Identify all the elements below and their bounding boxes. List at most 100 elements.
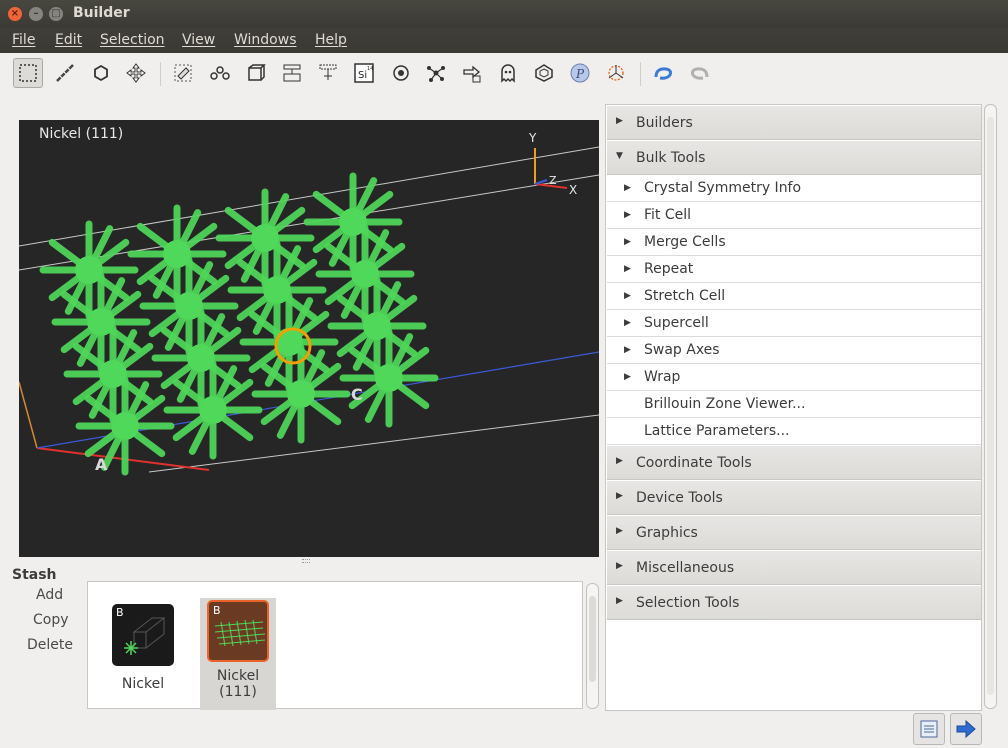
redo-button[interactable] (685, 58, 715, 88)
atom-tool-button[interactable] (386, 58, 416, 88)
structure-viewport[interactable]: A C Y Z X Nickel (111) (19, 120, 599, 557)
stash-delete-button[interactable]: Delete (27, 637, 73, 653)
toolbar: Si 14 P (0, 53, 1008, 95)
bond-tool-button[interactable] (205, 58, 235, 88)
cleave-tool-button[interactable] (277, 58, 307, 88)
rotate-cube-icon (535, 64, 553, 82)
nickel-atom (351, 260, 379, 288)
stash-item-label: Nickel (111) (216, 668, 260, 700)
expand-arrow-icon: ▶ (624, 183, 631, 193)
menu-selection[interactable]: Selection (100, 32, 165, 48)
close-window-button[interactable]: × (8, 7, 22, 21)
cell-label-c: C (351, 385, 363, 404)
cube-icon (248, 64, 266, 81)
notes-button[interactable] (913, 713, 945, 745)
undo-button[interactable] (648, 58, 678, 88)
stash-thumbnail: B (112, 604, 174, 666)
redo-icon (691, 67, 709, 80)
menu-view[interactable]: View (182, 32, 215, 48)
tag-tool-button[interactable] (168, 58, 198, 88)
menu-windows[interactable]: Windows (234, 32, 297, 48)
nickel-cell-icon (124, 617, 166, 655)
panel-scrollbar[interactable] (984, 104, 997, 709)
nickel-atom-lattice (39, 172, 439, 476)
section-bulk-tools[interactable]: ▼ Bulk Tools (607, 141, 981, 175)
status-bar (0, 711, 1008, 748)
send-to-icon (956, 719, 976, 739)
rotate-tool-button[interactable] (529, 58, 559, 88)
ruler-icon (56, 64, 74, 82)
panel-scroll-thumb[interactable] (987, 117, 994, 695)
section-builders[interactable]: ▶ Builders (607, 106, 981, 140)
stash-add-button[interactable]: Add (36, 587, 63, 603)
python-tool-button[interactable]: P (565, 58, 595, 88)
section-coordinate-tools[interactable]: ▶ Coordinate Tools (607, 446, 981, 480)
tool-brillouin-zone-viewer[interactable]: Brillouin Zone Viewer... (607, 391, 981, 418)
expand-arrow-icon: ▶ (616, 596, 623, 606)
expand-arrow-icon: ▶ (616, 456, 623, 466)
move-icon (126, 63, 146, 83)
measure-tool-button[interactable] (50, 58, 80, 88)
menu-bar: File Edit Selection View Windows Help (0, 28, 1008, 53)
select-tool-button[interactable] (13, 58, 43, 88)
slab-tool-button[interactable] (313, 58, 343, 88)
cell-label-a: A (95, 455, 108, 474)
tool-crystal-symmetry-info[interactable]: ▶ Crystal Symmetry Info (607, 175, 981, 202)
nickel-atom (363, 312, 391, 340)
nickel-atom (87, 308, 115, 336)
section-device-tools[interactable]: ▶ Device Tools (607, 481, 981, 515)
expand-arrow-icon: ▶ (624, 318, 631, 328)
menu-edit[interactable]: Edit (55, 32, 82, 48)
expand-arrow-icon: ▶ (624, 237, 631, 247)
splitter-handle[interactable] (302, 559, 310, 563)
section-selection-tools[interactable]: ▶ Selection Tools (607, 586, 981, 620)
send-to-button[interactable] (950, 713, 982, 745)
stash-item-nickel-111[interactable]: B Nickel (111) (202, 596, 274, 700)
section-miscellaneous[interactable]: ▶ Miscellaneous (607, 551, 981, 585)
tool-fit-cell[interactable]: ▶ Fit Cell (607, 202, 981, 229)
nickel-atom (375, 364, 403, 392)
menu-help[interactable]: Help (315, 32, 347, 48)
section-graphics[interactable]: ▶ Graphics (607, 516, 981, 550)
tool-swap-axes[interactable]: ▶ Swap Axes (607, 337, 981, 364)
maximize-window-button[interactable]: □ (49, 7, 63, 21)
expand-arrow-icon: ▶ (624, 372, 631, 382)
move-tool-button[interactable] (121, 58, 151, 88)
expand-arrow-icon: ▶ (616, 116, 623, 126)
tool-stretch-cell[interactable]: ▶ Stretch Cell (607, 283, 981, 310)
tool-lattice-parameters[interactable]: Lattice Parameters... (607, 418, 981, 445)
nickel-atom (287, 380, 315, 408)
cell-tool-button[interactable] (241, 58, 271, 88)
tool-supercell[interactable]: ▶ Supercell (607, 310, 981, 337)
nickel-atom (339, 208, 367, 236)
nickel-111-slab-icon (214, 619, 266, 647)
ring-tool-button[interactable] (86, 58, 116, 88)
tool-merge-cells[interactable]: ▶ Merge Cells (607, 229, 981, 256)
axes-tool-button[interactable] (601, 58, 631, 88)
stash-list: B Nickel B Nickel (111) (87, 581, 583, 710)
element-icon: Si14 (354, 63, 374, 83)
nickel-atom (75, 256, 103, 284)
tool-wrap[interactable]: ▶ Wrap (607, 364, 981, 391)
stash-item-nickel[interactable]: B Nickel (107, 600, 179, 692)
window-title: Builder (73, 5, 130, 21)
slab-icon (319, 64, 337, 80)
stash-copy-button[interactable]: Copy (33, 612, 69, 628)
toolbar-separator (160, 62, 161, 86)
element-tool-button[interactable]: Si 14 (349, 58, 379, 88)
export-tool-button[interactable] (457, 58, 487, 88)
minimize-window-button[interactable]: – (29, 7, 43, 21)
axis-label-z: Z (549, 174, 557, 187)
element-number: 14 (367, 66, 373, 72)
stash-scroll-thumb[interactable] (589, 596, 596, 682)
tool-repeat[interactable]: ▶ Repeat (607, 256, 981, 283)
stash-scrollbar[interactable] (586, 583, 599, 709)
ghost-tool-button[interactable] (493, 58, 523, 88)
nickel-atom (187, 344, 215, 372)
expand-arrow-icon: ▶ (616, 561, 623, 571)
stash-thumbnail: B (207, 600, 269, 662)
menu-file[interactable]: File (12, 32, 35, 48)
nickel-atom (163, 240, 191, 268)
viewport-canvas[interactable]: A C Y Z X (19, 120, 599, 557)
molecule-tool-button[interactable] (421, 58, 451, 88)
